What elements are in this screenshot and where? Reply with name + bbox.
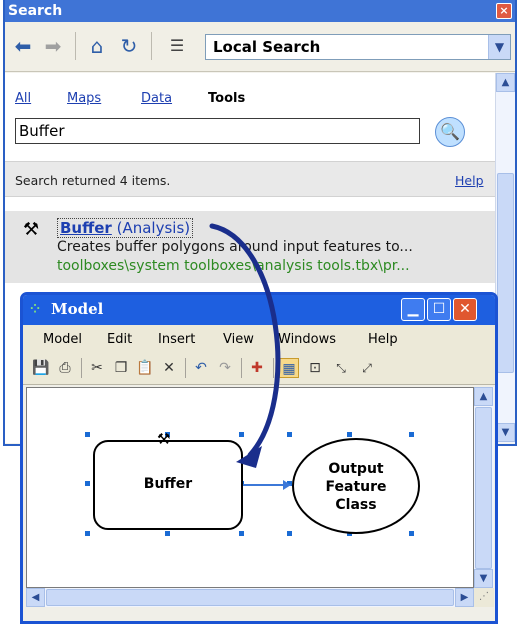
location-select[interactable]: Local Search ▼ <box>205 34 511 60</box>
selection-handle[interactable] <box>287 432 292 437</box>
help-link[interactable]: Help <box>455 173 484 188</box>
zoom-out-icon[interactable]: ⤢ <box>357 358 377 378</box>
delete-icon[interactable]: ✕ <box>159 358 179 378</box>
cut-icon[interactable]: ✂ <box>87 358 107 378</box>
menu-edit[interactable]: Edit <box>107 332 132 347</box>
scroll-thumb[interactable] <box>46 589 454 606</box>
tab-tools[interactable]: Tools <box>208 91 245 106</box>
selection-handle[interactable] <box>409 531 414 536</box>
toolbar-separator <box>185 358 186 378</box>
search-input[interactable]: Buffer <box>15 118 420 144</box>
scroll-left-icon[interactable]: ◀ <box>26 588 45 607</box>
output-label-line: Class <box>335 497 377 513</box>
model-title: Model <box>51 300 104 318</box>
selection-handle[interactable] <box>85 531 90 536</box>
search-title: Search <box>8 3 63 19</box>
status-text: Search returned 4 items. <box>15 173 171 188</box>
tab-data[interactable]: Data <box>141 91 172 106</box>
selection-handle[interactable] <box>85 481 90 486</box>
toolbar-separator <box>151 32 152 60</box>
menu-help[interactable]: Help <box>368 332 398 347</box>
canvas-horizontal-scrollbar[interactable]: ◀ ▶ <box>26 588 474 607</box>
model-title-bar: ⁘ Model ▁ ☐ ✕ <box>23 295 495 325</box>
scroll-thumb[interactable] <box>497 173 514 373</box>
selection-handle[interactable] <box>347 432 352 437</box>
result-path: toolboxes\system toolboxes\analysis tool… <box>57 258 410 274</box>
menu-windows[interactable]: Windows <box>278 332 336 347</box>
search-title-bar: Search <box>5 0 515 22</box>
zoom-window-icon[interactable]: ⊡ <box>305 358 325 378</box>
selection-handle[interactable] <box>165 531 170 536</box>
model-window: ⁘ Model ▁ ☐ ✕ Model Edit Insert View Win… <box>20 292 498 624</box>
hammer-tool-icon: ⚒ <box>157 430 171 448</box>
tab-maps[interactable]: Maps <box>67 91 101 106</box>
tool-node-label: Buffer <box>143 476 193 492</box>
result-name-suffix: (Analysis) <box>111 219 191 237</box>
tab-all[interactable]: All <box>15 91 31 106</box>
toolbar-separator <box>81 358 82 378</box>
chevron-down-icon[interactable]: ▼ <box>488 35 510 59</box>
location-value: Local Search <box>213 38 321 56</box>
model-toolbar: 💾 ⎙ ✂ ❐ 📋 ✕ ↶ ↷ ✚ ▦ ⊡ ⤡ ⤢ <box>23 353 495 385</box>
selection-handle[interactable] <box>409 432 414 437</box>
select-icon[interactable]: ▦ <box>279 358 299 378</box>
scroll-right-icon[interactable]: ▶ <box>455 588 474 607</box>
list-item[interactable]: ⚒ Buffer (Analysis) Creates buffer polyg… <box>5 211 495 283</box>
toolbar-separator <box>241 358 242 378</box>
search-go-icon[interactable]: 🔍 <box>435 117 465 147</box>
tool-node[interactable]: ⚒ Buffer <box>93 430 243 530</box>
output-node[interactable]: Output Feature Class <box>292 438 420 534</box>
copy-icon[interactable]: ❐ <box>111 358 131 378</box>
resize-grip-icon[interactable]: ⋰ <box>474 588 494 607</box>
forward-arrow-icon[interactable]: ➡ <box>41 34 65 58</box>
close-icon[interactable]: ✕ <box>453 298 477 321</box>
result-title-link[interactable]: Buffer (Analysis) <box>57 218 194 238</box>
scroll-thumb[interactable] <box>475 407 492 569</box>
output-node-label: Output Feature Class <box>294 460 418 514</box>
scroll-down-icon[interactable]: ▼ <box>474 569 493 588</box>
maximize-icon[interactable]: ☐ <box>427 298 451 321</box>
canvas-vertical-scrollbar[interactable]: ▲ ▼ <box>474 387 494 588</box>
hammer-tool-icon: ⚒ <box>23 219 40 240</box>
connector-arrowhead <box>283 480 291 490</box>
scroll-up-icon[interactable]: ▲ <box>474 387 493 406</box>
save-icon[interactable]: 💾 <box>31 358 51 378</box>
selection-handle[interactable] <box>239 432 244 437</box>
menu-model[interactable]: Model <box>43 332 82 347</box>
search-toolbar: ⬅ ➡ ⌂ ↻ ☰ Local Search ▼ <box>5 22 515 72</box>
selection-handle[interactable] <box>239 531 244 536</box>
selection-handle[interactable] <box>85 432 90 437</box>
scroll-up-icon[interactable]: ▲ <box>496 73 515 92</box>
search-close-button[interactable]: × <box>496 3 512 19</box>
output-label-line: Output <box>328 461 384 477</box>
toolbar-separator <box>273 358 274 378</box>
status-bar: Search returned 4 items. Help <box>5 161 495 197</box>
back-arrow-icon[interactable]: ⬅ <box>11 34 35 58</box>
model-icon: ⁘ <box>30 302 41 316</box>
undo-icon[interactable]: ↶ <box>191 358 211 378</box>
model-canvas[interactable]: ⚒ Buffer Output Feature Class <box>26 387 474 588</box>
zoom-in-icon[interactable]: ⤡ <box>331 358 351 378</box>
print-icon[interactable]: ⎙ <box>55 358 75 378</box>
list-view-icon[interactable]: ☰ <box>165 34 189 58</box>
refresh-icon[interactable]: ↻ <box>117 34 141 58</box>
menu-view[interactable]: View <box>223 332 254 347</box>
result-name: Buffer <box>60 219 112 237</box>
redo-icon[interactable]: ↷ <box>215 358 235 378</box>
paste-icon[interactable]: 📋 <box>135 358 155 378</box>
add-data-icon[interactable]: ✚ <box>247 358 267 378</box>
output-label-line: Feature <box>325 479 387 495</box>
toolbar-separator <box>75 32 76 60</box>
result-description: Creates buffer polygons around input fea… <box>57 239 413 255</box>
model-menu-bar: Model Edit Insert View Windows Help <box>23 325 495 353</box>
scroll-down-icon[interactable]: ▼ <box>496 423 515 442</box>
minimize-icon[interactable]: ▁ <box>401 298 425 321</box>
home-icon[interactable]: ⌂ <box>85 34 109 58</box>
search-scrollbar[interactable]: ▲ ▼ <box>495 73 515 443</box>
menu-insert[interactable]: Insert <box>158 332 195 347</box>
selection-handle[interactable] <box>287 531 292 536</box>
